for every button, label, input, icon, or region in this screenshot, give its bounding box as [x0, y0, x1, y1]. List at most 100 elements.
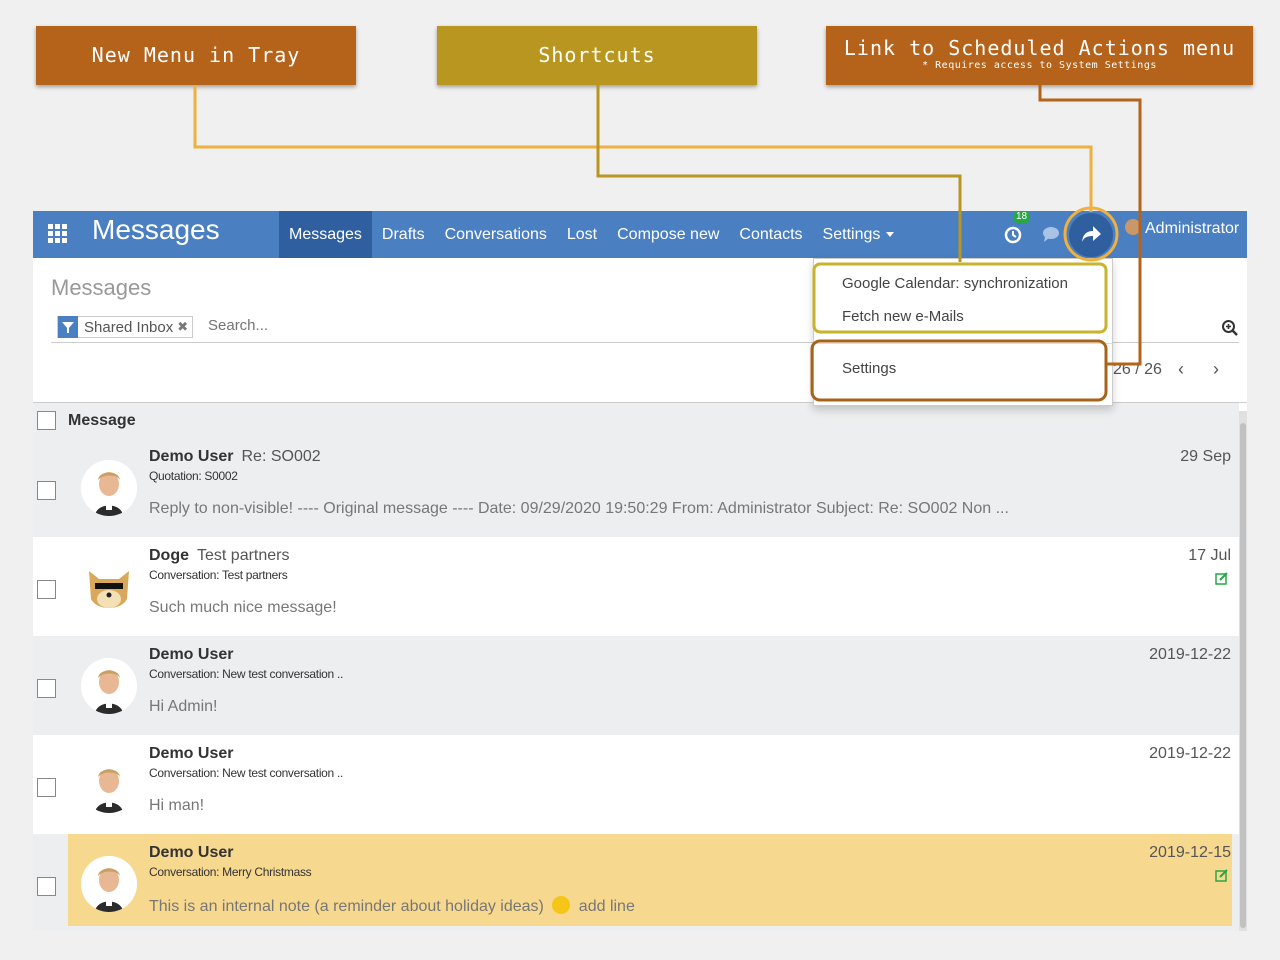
subject: Test partners — [197, 547, 290, 564]
list-item[interactable]: Doge Test partners Conversation: Test par… — [33, 537, 1239, 636]
row-checkbox[interactable] — [37, 580, 56, 599]
row-checkbox[interactable] — [37, 877, 56, 896]
facet-label: Shared Inbox — [84, 318, 174, 336]
row-checkbox[interactable] — [37, 679, 56, 698]
message-body: Such much nice message! — [149, 599, 337, 616]
menu-settings-label: Settings — [822, 226, 881, 243]
message-list: Message Demo User Re: SO002 Quotation: S0… — [33, 403, 1239, 931]
subject: Re: SO002 — [241, 448, 321, 465]
pager-next-icon[interactable]: › — [1213, 359, 1219, 380]
row-checkbox[interactable] — [37, 481, 56, 500]
message-body: Hi Admin! — [149, 698, 218, 715]
list-item[interactable]: Demo User Re: SO002 Quotation: S0002 Repl… — [33, 438, 1239, 537]
filter-icon — [58, 316, 78, 338]
filter-facet[interactable]: Shared Inbox ✖ — [57, 316, 194, 338]
author: Demo User — [149, 745, 233, 763]
menu-contacts[interactable]: Contacts — [729, 211, 812, 258]
dropdown-item-fetch-mails[interactable]: Fetch new e-Mails — [842, 308, 964, 325]
menu-compose-new[interactable]: Compose new — [607, 211, 729, 258]
message-body-extra: add line — [578, 898, 635, 915]
scheduled-actions-button[interactable] — [1069, 213, 1113, 257]
message-body: Hi man! — [149, 797, 205, 814]
author-name: Doge — [149, 547, 189, 564]
list-header: Message — [33, 403, 1239, 438]
app-window: Messages Messages Drafts Conversations L… — [33, 211, 1247, 931]
caret-down-icon — [886, 232, 895, 237]
message-date: 2019-12-22 — [1149, 745, 1231, 762]
avatar — [81, 658, 137, 714]
callout-new-menu: New Menu in Tray — [36, 26, 356, 85]
app-title: Messages — [92, 214, 220, 245]
list-item[interactable]: Demo User Conversation: New test convers… — [33, 735, 1239, 834]
user-name: Administrator — [1145, 220, 1240, 237]
scrollbar[interactable] — [1239, 411, 1247, 931]
list-item[interactable]: Demo User Conversation: New test convers… — [33, 636, 1239, 735]
record-ref: Conversation: Test partners — [149, 568, 288, 582]
scheduled-actions-dropdown: Google Calendar: synchronization Fetch n… — [813, 258, 1113, 406]
message-date: 29 Sep — [1180, 448, 1231, 465]
dropdown-item-google-calendar[interactable]: Google Calendar: synchronization — [842, 275, 1068, 292]
avatar — [81, 460, 137, 516]
author-name: Demo User — [149, 646, 234, 663]
top-navbar: Messages Messages Drafts Conversations L… — [33, 211, 1247, 258]
record-ref: Conversation: New test conversation .. — [149, 766, 344, 780]
edit-icon[interactable] — [1215, 868, 1229, 882]
select-all-checkbox[interactable] — [37, 411, 56, 430]
search-options-icon[interactable] — [1221, 319, 1239, 337]
chat-menu[interactable] — [1041, 211, 1063, 258]
record-ref: Conversation: Merry Christmass — [149, 865, 312, 879]
remove-facet-icon[interactable]: ✖ — [177, 319, 188, 335]
record-ref: Conversation: New test conversation .. — [149, 667, 344, 681]
row-checkbox[interactable] — [37, 778, 56, 797]
message-body: Reply to non-visible! ---- Original mess… — [149, 500, 1009, 517]
menu-lost[interactable]: Lost — [557, 211, 607, 258]
message-body-text: This is an internal note (a reminder abo… — [149, 898, 544, 915]
pager-value[interactable]: 26 / 26 — [1113, 361, 1162, 379]
chat-icon — [1043, 227, 1059, 242]
message-date: 2019-12-15 — [1149, 844, 1231, 861]
column-message[interactable]: Message — [68, 412, 136, 430]
callout-scheduled-note: * Requires access to System Settings — [922, 60, 1157, 71]
message-date: 17 Jul — [1188, 547, 1231, 564]
menu-drafts[interactable]: Drafts — [372, 211, 435, 258]
breadcrumb: Messages — [51, 275, 152, 300]
author: Demo User Re: SO002 — [149, 448, 321, 466]
author-name: Demo User — [149, 745, 234, 762]
record-ref: Quotation: S0002 — [149, 469, 238, 483]
share-arrow-icon — [1082, 226, 1101, 242]
clock-icon — [1004, 226, 1022, 244]
search-input[interactable] — [208, 317, 708, 334]
pager-prev-icon[interactable]: ‹ — [1178, 359, 1184, 380]
dropdown-item-settings[interactable]: Settings — [842, 360, 896, 377]
dropdown-divider — [814, 343, 1112, 344]
user-avatar — [1125, 219, 1141, 235]
avatar — [81, 559, 137, 615]
avatar — [81, 757, 137, 813]
author: Doge Test partners — [149, 547, 289, 565]
scrollbar-thumb[interactable] — [1240, 423, 1246, 928]
author-name: Demo User — [149, 448, 234, 465]
activity-badge: 18 — [1013, 211, 1031, 224]
menu-settings[interactable]: Settings — [813, 211, 905, 258]
apps-grid-icon[interactable] — [48, 224, 68, 244]
author: Demo User — [149, 646, 233, 664]
avatar — [81, 856, 137, 912]
smile-icon — [552, 896, 571, 914]
callout-shortcuts-text: Shortcuts — [538, 43, 656, 67]
callout-scheduled-text: Link to Scheduled Actions menu — [843, 36, 1236, 60]
edit-icon[interactable] — [1215, 571, 1229, 585]
message-date: 2019-12-22 — [1149, 646, 1231, 663]
menu-messages[interactable]: Messages — [279, 211, 372, 258]
callout-scheduled-actions: Link to Scheduled Actions menu * Require… — [826, 26, 1253, 85]
author: Demo User — [149, 844, 233, 862]
menu-conversations[interactable]: Conversations — [435, 211, 557, 258]
callout-shortcuts: Shortcuts — [437, 26, 757, 85]
new-menu-connector — [193, 85, 1093, 212]
author-name: Demo User — [149, 844, 234, 861]
callout-new-menu-text: New Menu in Tray — [91, 43, 301, 67]
message-body: This is an internal note (a reminder abo… — [149, 896, 635, 916]
activity-menu[interactable]: 18 — [1003, 211, 1031, 258]
user-menu[interactable]: Administrator — [1125, 219, 1239, 238]
list-item[interactable]: Demo User Conversation: Merry Christmass… — [33, 834, 1239, 931]
main-menu: Messages Drafts Conversations Lost Compo… — [279, 211, 904, 258]
